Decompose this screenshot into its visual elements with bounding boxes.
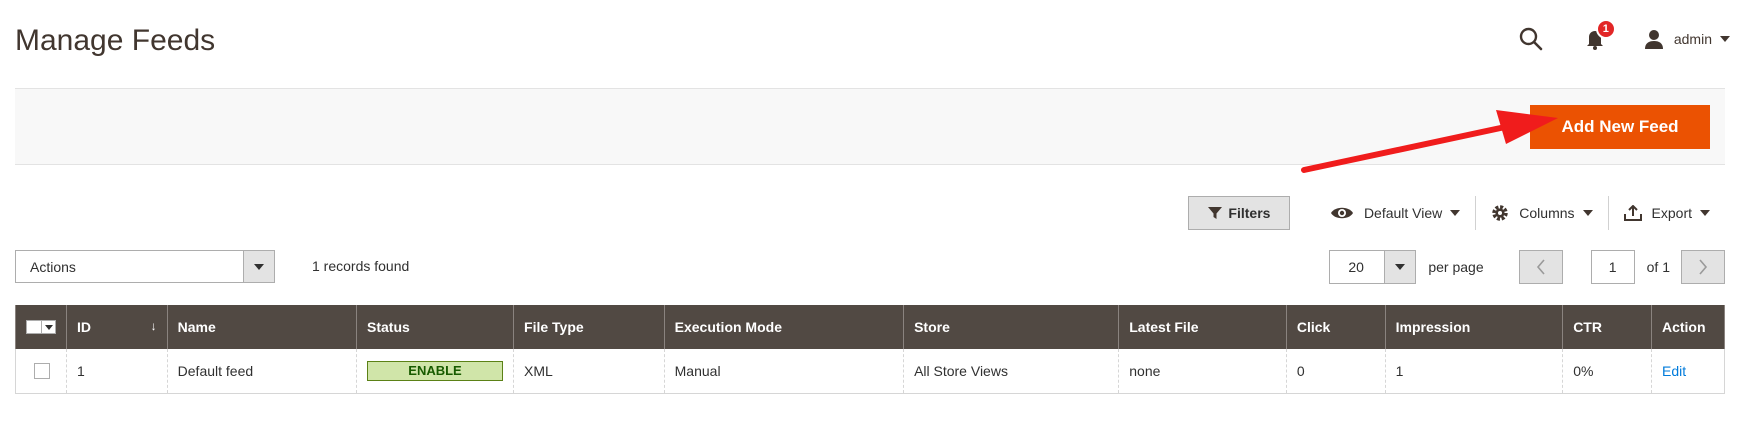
column-header-impression[interactable]: Impression (1384, 305, 1564, 349)
table-row: 1 Default feed ENABLE XML Manual All Sto… (15, 349, 1726, 394)
cell-action: Edit (1650, 349, 1726, 394)
column-header-execution-mode[interactable]: Execution Mode (663, 305, 905, 349)
column-header-latest-file[interactable]: Latest File (1118, 305, 1287, 349)
export-icon (1623, 205, 1642, 221)
columns-selector[interactable]: Columns (1476, 196, 1607, 230)
notification-count-badge: 1 (1595, 19, 1616, 39)
column-header-ctr[interactable]: CTR (1562, 305, 1652, 349)
admin-user-menu[interactable]: admin (1643, 28, 1730, 50)
header-actions: 1 admin (1517, 19, 1730, 56)
dropdown-toggle[interactable] (1384, 251, 1416, 283)
column-label: ID (77, 319, 91, 335)
cell-status: ENABLE (356, 349, 515, 394)
per-page-label: per page (1428, 259, 1484, 275)
search-icon[interactable] (1517, 25, 1545, 53)
view-label: Default View (1363, 205, 1443, 221)
cell-store: All Store Views (903, 349, 1120, 394)
column-header-action: Action (1650, 305, 1726, 349)
previous-page-button[interactable] (1518, 250, 1563, 284)
records-found: 1 records found (312, 258, 410, 274)
feeds-table: ID ↓ Name Status File Type Execution Mode… (15, 305, 1726, 394)
chevron-down-icon (1582, 210, 1593, 216)
page-actions-bar: Add New Feed (15, 88, 1725, 165)
cell-execution-mode: Manual (663, 349, 905, 394)
column-header-id[interactable]: ID ↓ (66, 305, 168, 349)
page-number-input[interactable] (1590, 250, 1635, 284)
cell-click: 0 (1285, 349, 1386, 394)
grid-toolbar: Filters Default View Columns Export (1187, 196, 1725, 230)
filter-icon (1208, 207, 1223, 219)
pager: 20 per page of 1 (1329, 250, 1725, 284)
column-header-file-type[interactable]: File Type (513, 305, 665, 349)
chevron-down-icon (1395, 264, 1406, 270)
mass-select-control[interactable] (26, 320, 56, 334)
notifications-button[interactable]: 1 (1581, 19, 1616, 53)
page-count-label: of 1 (1646, 259, 1670, 275)
status-badge: ENABLE (367, 360, 504, 381)
filters-label: Filters (1228, 205, 1271, 221)
chevron-down-icon (254, 263, 264, 270)
mass-select-column[interactable] (15, 305, 67, 349)
chevron-left-icon (1536, 259, 1545, 275)
cell-latest-file: none (1118, 349, 1287, 394)
gear-icon (1492, 205, 1509, 221)
add-new-feed-button[interactable]: Add New Feed (1530, 105, 1710, 149)
table-header-row: ID ↓ Name Status File Type Execution Mode… (15, 305, 1726, 349)
chevron-down-icon (1700, 210, 1710, 216)
mass-actions-label: Actions (30, 258, 76, 275)
user-icon (1644, 30, 1663, 49)
column-header-name[interactable]: Name (166, 305, 358, 349)
next-page-button[interactable] (1681, 250, 1725, 284)
admin-user-name: admin (1673, 31, 1712, 47)
row-select-cell (15, 349, 67, 394)
mass-select-toggle[interactable] (42, 320, 56, 334)
chevron-down-icon (44, 324, 53, 330)
sort-arrow-icon: ↓ (150, 319, 157, 333)
page-title: Manage Feeds (15, 24, 216, 57)
view-selector[interactable]: Default View (1315, 196, 1475, 230)
column-header-store[interactable]: Store (903, 305, 1120, 349)
export-selector[interactable]: Export (1609, 196, 1725, 230)
column-header-status[interactable]: Status (356, 305, 515, 349)
per-page-value: 20 (1348, 259, 1364, 275)
chevron-down-icon (1720, 36, 1730, 42)
column-header-click[interactable]: Click (1285, 305, 1386, 349)
cell-file-type: XML (513, 349, 665, 394)
chevron-right-icon (1699, 259, 1708, 275)
cell-impression: 1 (1384, 349, 1564, 394)
chevron-down-icon (1450, 210, 1461, 216)
row-checkbox[interactable] (34, 362, 50, 379)
eye-icon (1330, 207, 1353, 219)
per-page-dropdown[interactable]: 20 (1329, 250, 1417, 284)
dropdown-toggle[interactable] (243, 251, 274, 282)
filters-button[interactable]: Filters (1187, 196, 1290, 230)
mass-select-checkbox[interactable] (26, 320, 42, 334)
columns-label: Columns (1519, 205, 1575, 221)
cell-id: 1 (66, 349, 168, 394)
edit-link[interactable]: Edit (1662, 363, 1686, 379)
cell-ctr: 0% (1562, 349, 1652, 394)
mass-actions-dropdown[interactable]: Actions (15, 250, 275, 283)
cell-name: Default feed (166, 349, 358, 394)
export-label: Export (1651, 205, 1692, 221)
